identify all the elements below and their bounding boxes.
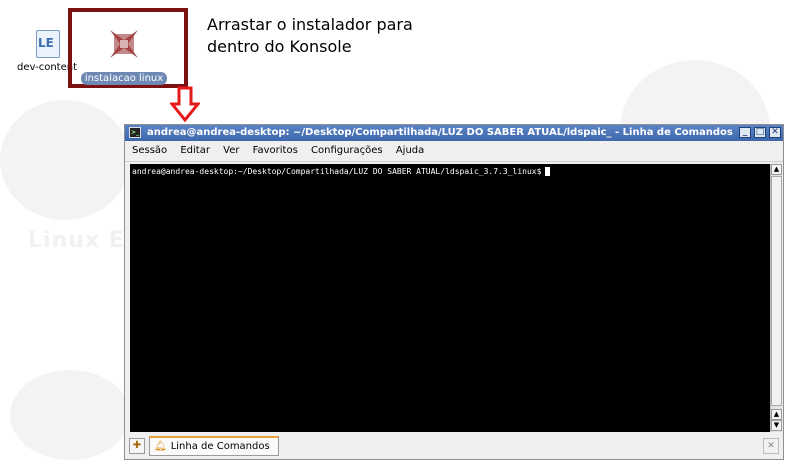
- terminal-cursor: [545, 167, 551, 176]
- tab-bar: ✚ 🔔︎ Linha de Comandos ✕: [125, 434, 783, 459]
- terminal-app-icon[interactable]: >_: [129, 127, 141, 138]
- watermark-shape: [0, 100, 130, 220]
- menu-sessao[interactable]: Sessão: [132, 145, 167, 156]
- konsole-window[interactable]: >_ andrea@andrea-desktop: ~/Desktop/Comp…: [124, 124, 784, 460]
- bell-icon: 🔔︎: [154, 441, 167, 452]
- menu-configuracoes[interactable]: Configurações: [311, 145, 383, 156]
- window-title: andrea@andrea-desktop: ~/Desktop/Compart…: [147, 127, 733, 138]
- menu-editar[interactable]: Editar: [180, 145, 210, 156]
- close-tab-button[interactable]: ✕: [763, 438, 779, 454]
- scroll-down-button[interactable]: ▼: [771, 420, 782, 431]
- terminal-area[interactable]: andrea@andrea-desktop:~/Desktop/Comparti…: [130, 164, 770, 432]
- tab-label: Linha de Comandos: [170, 441, 270, 452]
- maximize-button[interactable]: □: [754, 127, 766, 138]
- terminal-prompt-line: andrea@andrea-desktop:~/Desktop/Comparti…: [132, 167, 551, 176]
- menu-favoritos[interactable]: Favoritos: [253, 145, 298, 156]
- tab-linha-de-comandos[interactable]: 🔔︎ Linha de Comandos: [149, 436, 279, 456]
- menu-bar: Sessão Editar Ver Favoritos Configuraçõe…: [125, 141, 783, 162]
- watermark-shape: [10, 370, 130, 460]
- instruction-line: dentro do Konsole: [207, 37, 352, 56]
- menu-ajuda[interactable]: Ajuda: [396, 145, 424, 156]
- terminal-prompt: andrea@andrea-desktop:~/Desktop/Comparti…: [132, 167, 542, 176]
- scroll-up-button[interactable]: ▲: [771, 164, 782, 175]
- minimize-button[interactable]: _: [739, 127, 751, 138]
- watermark-text: Linux E: [28, 228, 125, 253]
- vertical-scrollbar[interactable]: ▲ ▲ ▼: [770, 164, 782, 432]
- desktop-icon-instalacao-linux[interactable]: instalacao linux: [78, 28, 170, 85]
- window-titlebar[interactable]: >_ andrea@andrea-desktop: ~/Desktop/Comp…: [125, 125, 783, 141]
- instruction-text: Arrastar o instalador para dentro do Kon…: [207, 14, 413, 58]
- scroll-up-button-lower[interactable]: ▲: [771, 409, 782, 420]
- new-tab-button[interactable]: ✚: [129, 438, 145, 454]
- scrollbar-thumb[interactable]: [771, 176, 782, 406]
- document-icon: LE: [32, 28, 62, 58]
- arrow-down-icon: [170, 86, 200, 122]
- installer-icon: [108, 28, 140, 60]
- close-button[interactable]: ✕: [769, 127, 781, 138]
- menu-ver[interactable]: Ver: [223, 145, 239, 156]
- desktop-icon-label: instalacao linux: [80, 72, 168, 85]
- instruction-line: Arrastar o instalador para: [207, 15, 413, 34]
